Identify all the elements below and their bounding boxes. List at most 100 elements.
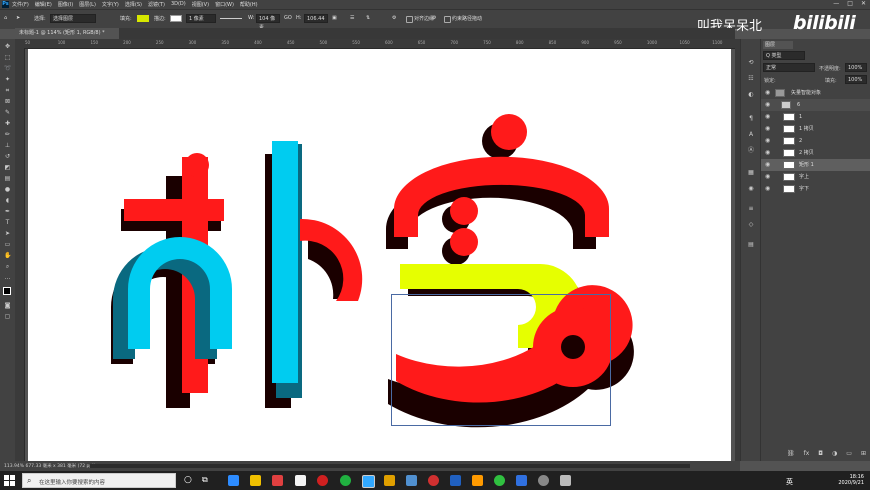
clone-stamp-icon[interactable]: ⊥ (4, 142, 11, 149)
app-icon[interactable] (317, 475, 328, 486)
character-panel-icon[interactable]: A (747, 131, 755, 139)
app-icon[interactable] (272, 475, 283, 486)
app-icon[interactable] (406, 475, 417, 486)
pen-tool-icon[interactable]: ✒ (4, 208, 11, 215)
menu-3d[interactable]: 3D(D) (171, 1, 186, 8)
app-icon[interactable] (560, 475, 571, 486)
stroke-width-field[interactable]: 1 像素 (186, 14, 216, 23)
app-icon[interactable] (450, 475, 461, 486)
foreground-color-swatch[interactable] (3, 287, 11, 295)
crop-tool-icon[interactable]: ⌗ (4, 87, 11, 94)
chrome-icon[interactable] (295, 475, 306, 486)
mask-icon[interactable]: ◘ (818, 450, 823, 457)
eye-icon[interactable]: ◉ (765, 99, 770, 111)
close-button[interactable]: ✕ (861, 0, 866, 7)
settings-gear-icon[interactable]: ⚙ (392, 15, 396, 21)
stroke-color-swatch[interactable] (170, 15, 182, 22)
menu-filter[interactable]: 滤镜(T) (148, 1, 165, 8)
path-select-tool-icon[interactable]: ➤ (16, 15, 20, 21)
frame-tool-icon[interactable]: ⊠ (4, 98, 11, 105)
select-dropdown[interactable]: 选择图层 (50, 14, 96, 23)
screen-mode-icon[interactable]: ▢ (4, 313, 11, 320)
menu-image[interactable]: 图像(I) (58, 1, 73, 8)
eyedropper-tool-icon[interactable]: ✎ (4, 109, 11, 116)
width-field[interactable]: 104 像素 (256, 14, 280, 31)
layer-row[interactable]: ◉ 2 (761, 135, 870, 147)
link-dimensions-icon[interactable]: GO (284, 15, 292, 21)
fill-color-swatch[interactable] (137, 15, 149, 22)
menu-file[interactable]: 文件(F) (12, 1, 29, 8)
eye-icon[interactable]: ◉ (765, 87, 770, 99)
eye-icon[interactable]: ◉ (765, 135, 770, 147)
eraser-tool-icon[interactable]: ◩ (4, 164, 11, 171)
blend-mode-dropdown[interactable]: 正常 (763, 63, 815, 72)
home-icon[interactable]: ⌂ (4, 15, 7, 21)
layer-filter-dropdown[interactable]: Q 类型 (763, 51, 805, 60)
path-arrangement-icon[interactable]: ⇅ (366, 15, 370, 21)
eye-icon[interactable]: ◉ (765, 183, 770, 195)
eye-icon[interactable]: ◉ (765, 123, 770, 135)
horizontal-scrollbar[interactable] (90, 464, 690, 468)
path-alignment-icon[interactable]: ☰ (350, 15, 354, 21)
history-brush-icon[interactable]: ↺ (4, 153, 11, 160)
paragraph-panel-icon[interactable]: ¶ (747, 115, 755, 123)
eye-icon[interactable]: ◉ (765, 147, 770, 159)
hand-tool-icon[interactable]: ✋ (4, 252, 11, 259)
align-edges-checkbox[interactable] (406, 16, 413, 23)
new-layer-icon[interactable]: ⊞ (861, 450, 866, 457)
fx-icon[interactable]: fx (804, 450, 810, 457)
layers-tab[interactable]: 图层 (763, 41, 793, 49)
gear-icon[interactable]: ⚙ (432, 15, 436, 21)
link-icon[interactable]: ⛓ (787, 450, 795, 457)
stroke-type-line[interactable] (220, 18, 242, 19)
illustrator-icon[interactable] (472, 475, 483, 486)
task-view-icon[interactable]: ⧉ (202, 475, 208, 485)
color-panel-icon[interactable]: ◉ (747, 185, 755, 193)
lasso-tool-icon[interactable]: ➰ (4, 65, 11, 72)
glyphs-panel-icon[interactable]: Ⓐ (747, 147, 755, 155)
wechat-icon[interactable] (494, 475, 505, 486)
menu-type[interactable]: 文字(Y) (102, 1, 119, 8)
document-canvas[interactable] (28, 49, 731, 462)
input-language-indicator[interactable]: 英 (786, 477, 793, 487)
menu-edit[interactable]: 编辑(E) (35, 1, 52, 8)
channels-panel-icon[interactable]: ≡ (747, 205, 755, 213)
history-panel-icon[interactable]: ⟲ (747, 59, 755, 67)
adjustment-icon[interactable]: ◑ (832, 450, 837, 457)
layer-row[interactable]: ◉ 6 (761, 99, 870, 111)
blur-tool-icon[interactable]: ● (4, 186, 11, 193)
app-icon[interactable] (384, 475, 395, 486)
gradient-tool-icon[interactable]: ▤ (4, 175, 11, 182)
layer-row[interactable]: ◉ 2 拷贝 (761, 147, 870, 159)
layer-row-selected[interactable]: ◉ 矩形 1 (761, 159, 870, 171)
folder-icon[interactable]: ▭ (846, 450, 852, 457)
layer-row[interactable]: ◉ 1 (761, 111, 870, 123)
swatches-panel-icon[interactable]: ▦ (747, 169, 755, 177)
menu-select[interactable]: 选择(S) (125, 1, 142, 8)
adjustments-panel-icon[interactable]: ◐ (747, 91, 755, 99)
path-operations-icon[interactable]: ▣ (332, 15, 337, 21)
taskbar-search-box[interactable]: ⌕ 在这里输入你要搜索的内容 (22, 473, 176, 488)
brush-tool-icon[interactable]: ✏ (4, 131, 11, 138)
menu-layer[interactable]: 图层(L) (79, 1, 96, 8)
properties-panel-icon[interactable]: ☷ (747, 75, 755, 83)
app-icon[interactable] (538, 475, 549, 486)
menu-window[interactable]: 窗口(W) (215, 1, 234, 8)
maximize-button[interactable]: □ (847, 0, 853, 7)
selection-bounding-box[interactable] (391, 294, 611, 426)
quick-mask-icon[interactable]: ◙ (4, 302, 11, 309)
eye-icon[interactable]: ◉ (765, 111, 770, 123)
cortana-icon[interactable]: ○ (184, 475, 192, 485)
app-icon[interactable] (340, 475, 351, 486)
more-tools-icon[interactable]: … (4, 274, 11, 281)
app-icon[interactable] (428, 475, 439, 486)
document-tab[interactable]: 未标题-1 @ 114% (矩形 1, RGB/8) * (15, 28, 119, 39)
menu-help[interactable]: 帮助(H) (240, 1, 258, 8)
taskbar-clock[interactable]: 18:16 2020/9/21 (838, 474, 864, 486)
app-icon[interactable] (228, 475, 239, 486)
height-field[interactable]: 106.44 (304, 14, 328, 23)
layer-row[interactable]: ◉ 矢量智能对象 (761, 87, 870, 99)
paths-panel-icon[interactable]: ◇ (747, 221, 755, 229)
magic-wand-tool-icon[interactable]: ✦ (4, 76, 11, 83)
dodge-tool-icon[interactable]: ◖ (4, 197, 11, 204)
